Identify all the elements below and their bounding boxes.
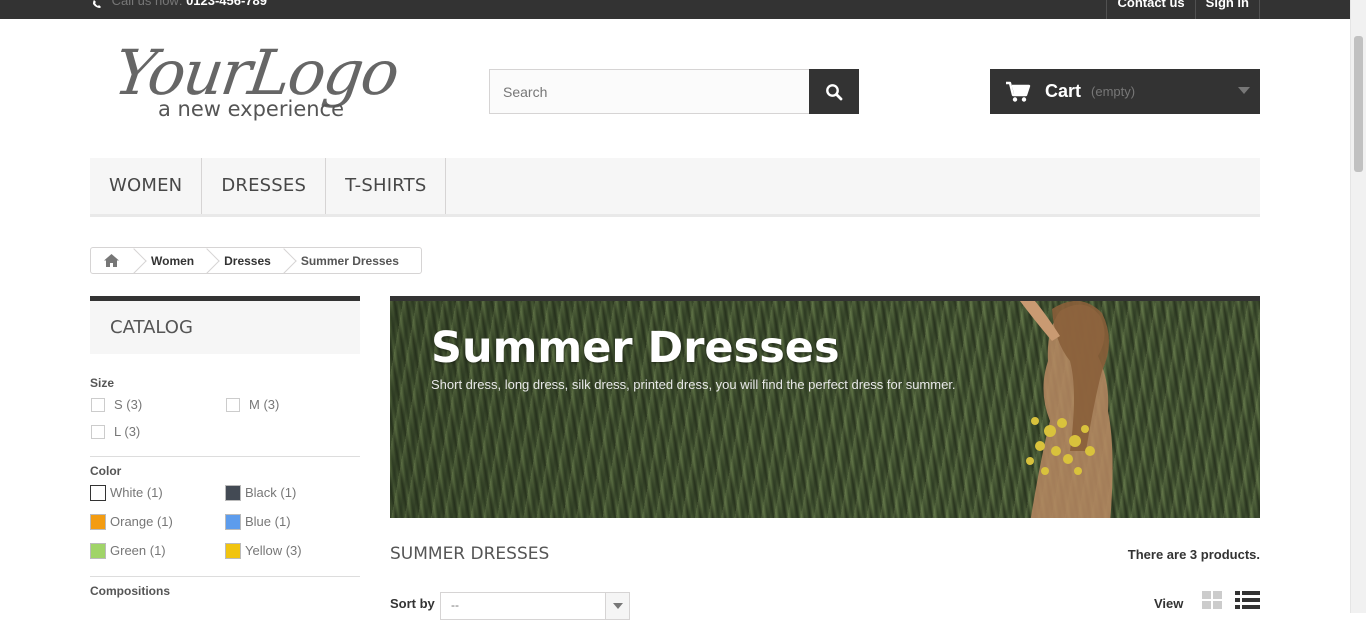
product-listing-heading: SUMMER DRESSES (390, 544, 550, 564)
color-option-label: Yellow (3) (245, 543, 302, 558)
contact-us-link[interactable]: Contact us (1106, 0, 1194, 19)
top-bar: Call us now: 0123-456-789 Contact us Sig… (0, 0, 1350, 19)
facet-divider (90, 576, 360, 577)
main-menu: WOMEN DRESSES T-SHIRTS (90, 158, 1260, 217)
catalog-sidebar: CATALOG Size S (3) M (3) L (3) Color Whi… (90, 296, 360, 598)
color-swatch[interactable] (90, 542, 106, 559)
color-options: White (1) Black (1) Orange (1) Blue (1) … (90, 484, 360, 559)
category-description: Short dress, long dress, silk dress, pri… (431, 377, 956, 392)
color-option-label: Orange (1) (110, 514, 173, 529)
color-option-green[interactable]: Green (1) (90, 542, 225, 559)
breadcrumb: Women Dresses Summer Dresses (90, 247, 422, 274)
catalog-title: CATALOG (90, 296, 360, 354)
search-input[interactable] (489, 69, 810, 114)
breadcrumb-separator (131, 248, 143, 273)
color-swatch[interactable] (90, 513, 106, 530)
color-swatch[interactable] (90, 484, 106, 501)
size-option-label: M (3) (249, 397, 280, 412)
chevron-down-icon[interactable] (1238, 87, 1250, 95)
size-facet: Size S (3) M (3) L (3) (90, 354, 360, 457)
menu-item-women[interactable]: WOMEN (90, 158, 203, 214)
color-option-blue[interactable]: Blue (1) (225, 513, 360, 530)
size-checkbox[interactable] (226, 397, 240, 412)
breadcrumb-separator (204, 248, 216, 273)
search-icon (826, 83, 843, 100)
size-checkbox[interactable] (91, 397, 105, 412)
size-option-label: L (3) (114, 424, 141, 439)
color-option-label: Blue (1) (245, 514, 291, 529)
color-option-label: White (1) (110, 485, 163, 500)
sign-in-link[interactable]: Sign in (1194, 0, 1260, 19)
breadcrumb-separator (281, 248, 293, 273)
sort-by-label: Sort by (390, 596, 435, 611)
search-form (489, 69, 859, 114)
site-logo[interactable]: YourLogo a new experience (110, 36, 402, 125)
size-checkbox[interactable] (91, 424, 105, 439)
size-option-m[interactable]: M (3) (225, 396, 360, 413)
color-swatch[interactable] (225, 542, 241, 559)
scrollbar-thumb[interactable] (1354, 36, 1363, 172)
cart-block[interactable]: Cart (empty) (990, 69, 1260, 114)
size-option-l[interactable]: L (3) (90, 423, 225, 440)
phone-number: 0123-456-789 (186, 0, 268, 8)
home-icon (103, 254, 119, 267)
product-count: There are 3 products. (1127, 547, 1260, 562)
grid-view-icon[interactable] (1201, 590, 1225, 610)
compositions-facet-title: Compositions (90, 584, 170, 598)
search-button[interactable] (809, 69, 859, 114)
color-facet-title: Color (90, 464, 122, 478)
breadcrumb-current: Summer Dresses (300, 253, 399, 268)
color-swatch[interactable] (225, 484, 241, 501)
color-option-label: Green (1) (110, 543, 166, 558)
page-scrollbar[interactable] (1350, 0, 1366, 613)
color-option-yellow[interactable]: Yellow (3) (225, 542, 360, 559)
cart-status: (empty) (1091, 84, 1136, 99)
sort-selected-value: -- (451, 598, 459, 612)
color-option-white[interactable]: White (1) (90, 484, 225, 501)
phone-icon (92, 0, 102, 8)
shopping-cart-icon (1006, 81, 1031, 102)
chevron-down-icon[interactable] (605, 593, 629, 619)
sort-select[interactable]: -- (440, 592, 630, 620)
logo-tagline: a new experience (158, 97, 345, 121)
menu-item-dresses[interactable]: DRESSES (202, 158, 327, 214)
category-banner: Summer Dresses Short dress, long dress, … (390, 296, 1260, 518)
view-label: View (1154, 596, 1184, 611)
phone-info: Call us now: 0123-456-789 (92, 0, 267, 8)
color-option-label: Black (1) (245, 485, 297, 500)
cart-label: Cart (1045, 81, 1082, 101)
list-view-icon[interactable] (1235, 590, 1261, 610)
color-facet: Color White (1) Black (1) Orange (1) Blu… (90, 457, 360, 598)
size-options: S (3) M (3) L (3) (90, 396, 360, 440)
top-links: Contact us Sign in (1106, 0, 1260, 19)
menu-item-tshirts[interactable]: T-SHIRTS (326, 158, 447, 214)
size-option-s[interactable]: S (3) (90, 396, 225, 413)
size-option-label: S (3) (114, 397, 143, 412)
color-option-black[interactable]: Black (1) (225, 484, 360, 501)
color-swatch[interactable] (225, 513, 241, 530)
model-photo (1020, 301, 1113, 518)
size-facet-title: Size (90, 376, 115, 390)
category-title: Summer Dresses (431, 323, 840, 373)
color-option-orange[interactable]: Orange (1) (90, 513, 225, 530)
phone-prefix: Call us now: (111, 0, 183, 8)
